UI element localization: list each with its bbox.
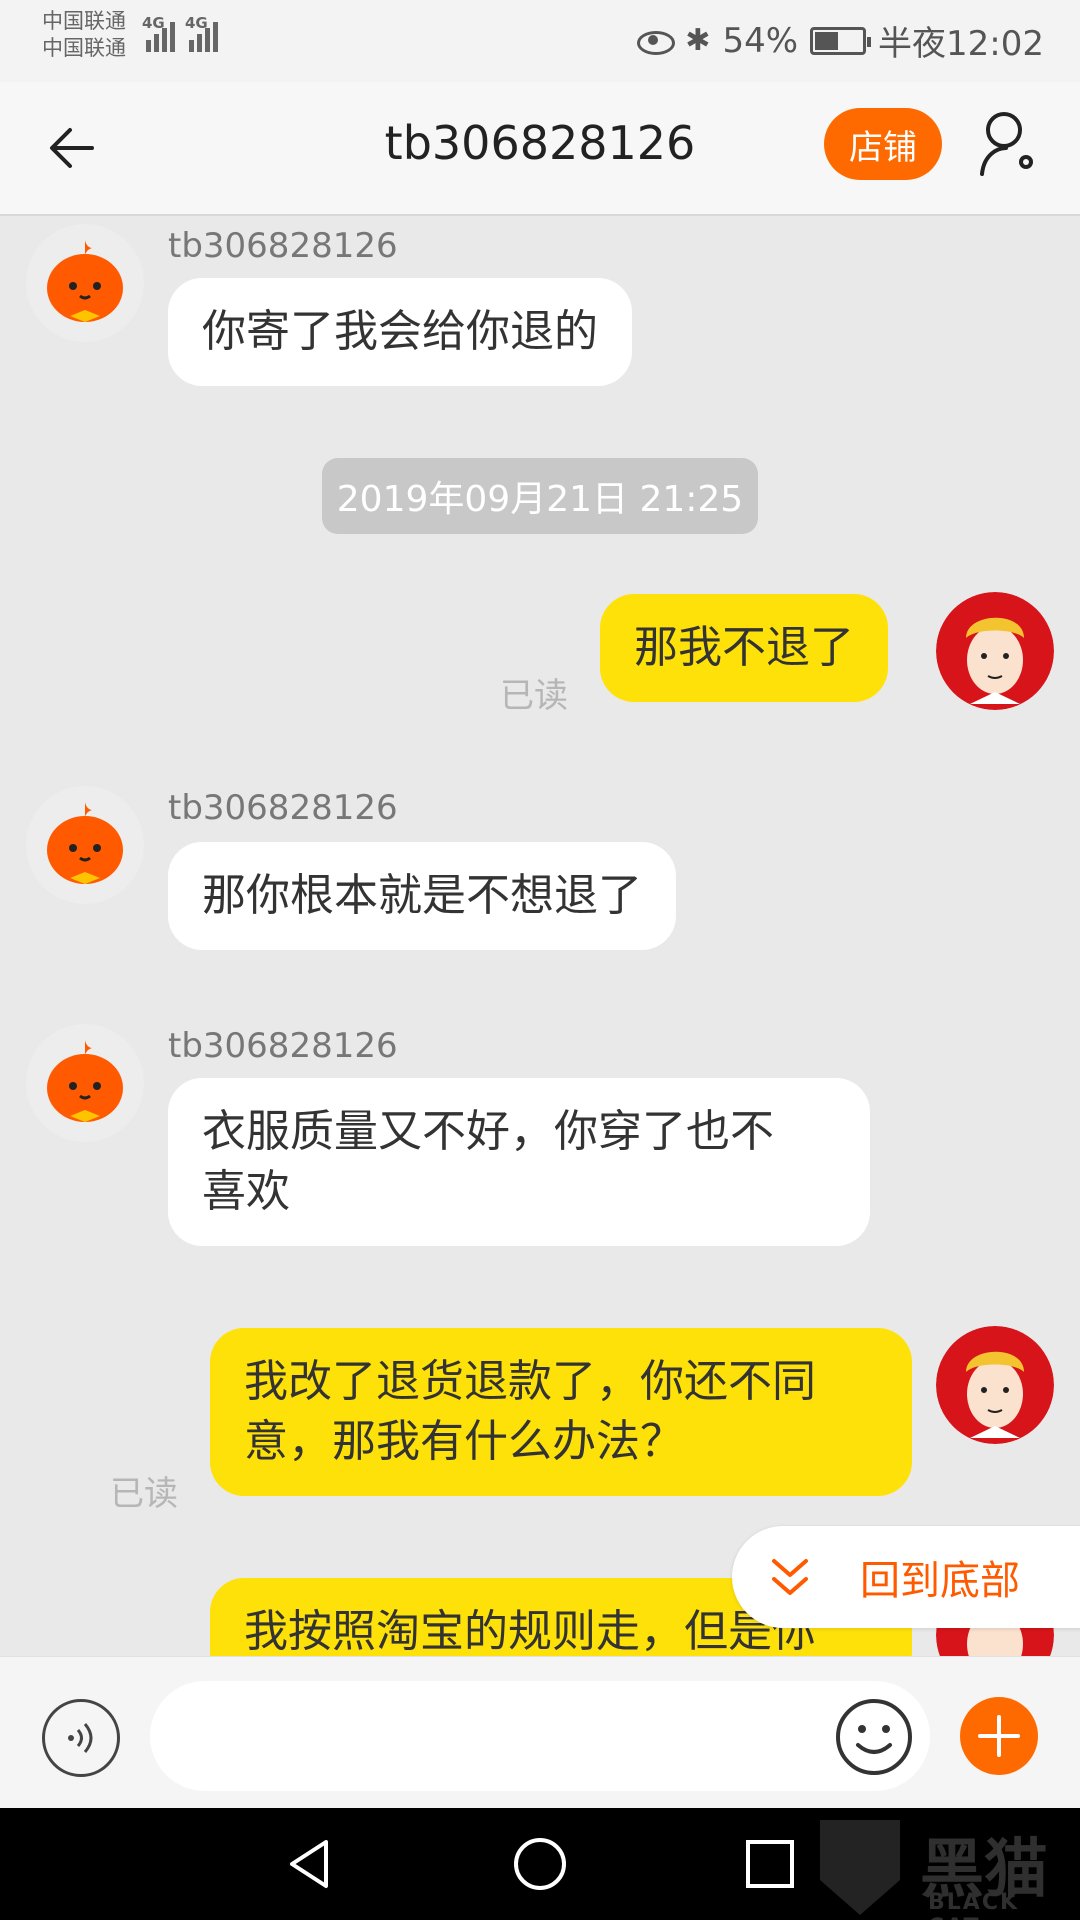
- nav-recents-icon[interactable]: [740, 1834, 800, 1894]
- plus-icon[interactable]: [960, 1697, 1038, 1775]
- jump-to-bottom-button[interactable]: 回到底部: [732, 1526, 1080, 1628]
- battery-icon: [810, 26, 872, 55]
- status-right: ✱ 54% 半夜12:02: [635, 16, 1044, 65]
- seller-avatar[interactable]: [26, 224, 144, 342]
- network-type-2: 4G: [185, 14, 208, 32]
- message-line: 我改了退货退款了，你还不同: [244, 1356, 816, 1407]
- eye-comfort-icon: [635, 29, 676, 55]
- carrier-2: 中国联通: [42, 36, 126, 60]
- message-bubble[interactable]: 那你根本就是不想退了: [168, 842, 676, 950]
- sender-name: tb306828126: [168, 788, 398, 828]
- emoji-icon[interactable]: [834, 1697, 914, 1777]
- message-input[interactable]: [150, 1681, 930, 1791]
- user-avatar[interactable]: [936, 592, 1054, 710]
- input-bar: [0, 1656, 1080, 1808]
- nav-back-icon[interactable]: [280, 1834, 340, 1894]
- seller-avatar[interactable]: [26, 1024, 144, 1142]
- watermark-subtext: BLACK CAT: [928, 1890, 1020, 1920]
- message-line: 衣服质量又不好，你穿了也不: [202, 1106, 774, 1157]
- chat-message-list[interactable]: tb306828126 你寄了我会给你退的 2019年09月21日 21:25 …: [0, 216, 1080, 1656]
- network-type-1: 4G: [142, 14, 165, 32]
- signal-icon-1: 4G: [142, 14, 175, 52]
- chat-header: tb306828126 店铺: [0, 82, 1080, 216]
- battery-percent: 54%: [722, 20, 799, 61]
- message-bubble[interactable]: 那我不退了: [600, 594, 888, 702]
- read-receipt: 已读: [110, 1474, 178, 1514]
- blackcat-watermark: 黑猫 BLACK CAT: [810, 1810, 1080, 1920]
- clock: 半夜12:02: [878, 24, 1044, 64]
- sender-name: tb306828126: [168, 226, 398, 266]
- message-bubble[interactable]: 衣服质量又不好，你穿了也不 喜欢: [168, 1078, 870, 1246]
- seller-avatar[interactable]: [26, 786, 144, 904]
- read-receipt: 已读: [500, 676, 568, 716]
- bluetooth-icon: ✱: [685, 23, 711, 58]
- message-line: 喜欢: [202, 1166, 290, 1217]
- signal-indicators: 4G 4G: [142, 14, 218, 52]
- carrier-1: 中国联通: [42, 9, 126, 33]
- signal-icon-2: 4G: [185, 14, 218, 52]
- voice-icon[interactable]: [42, 1699, 120, 1777]
- status-bar: 中国联通 中国联通 4G 4G ✱ 54% 半夜12:02: [0, 0, 1080, 82]
- message-bubble[interactable]: 你寄了我会给你退的: [168, 278, 632, 386]
- message-timestamp: 2019年09月21日 21:25: [322, 458, 758, 534]
- shop-button[interactable]: 店铺: [824, 108, 942, 180]
- message-line: 意，那我有什么办法？: [244, 1416, 684, 1467]
- double-chevron-down-icon: [772, 1559, 808, 1595]
- profile-settings-icon[interactable]: [978, 108, 1038, 180]
- message-bubble[interactable]: 我改了退货退款了，你还不同 意，那我有什么办法？: [210, 1328, 912, 1496]
- carrier-labels: 中国联通 中国联通: [42, 8, 126, 62]
- sender-name: tb306828126: [168, 1026, 398, 1066]
- nav-home-icon[interactable]: [510, 1834, 570, 1894]
- jump-to-bottom-label: 回到底部: [860, 1558, 1020, 1604]
- user-avatar[interactable]: [936, 1326, 1054, 1444]
